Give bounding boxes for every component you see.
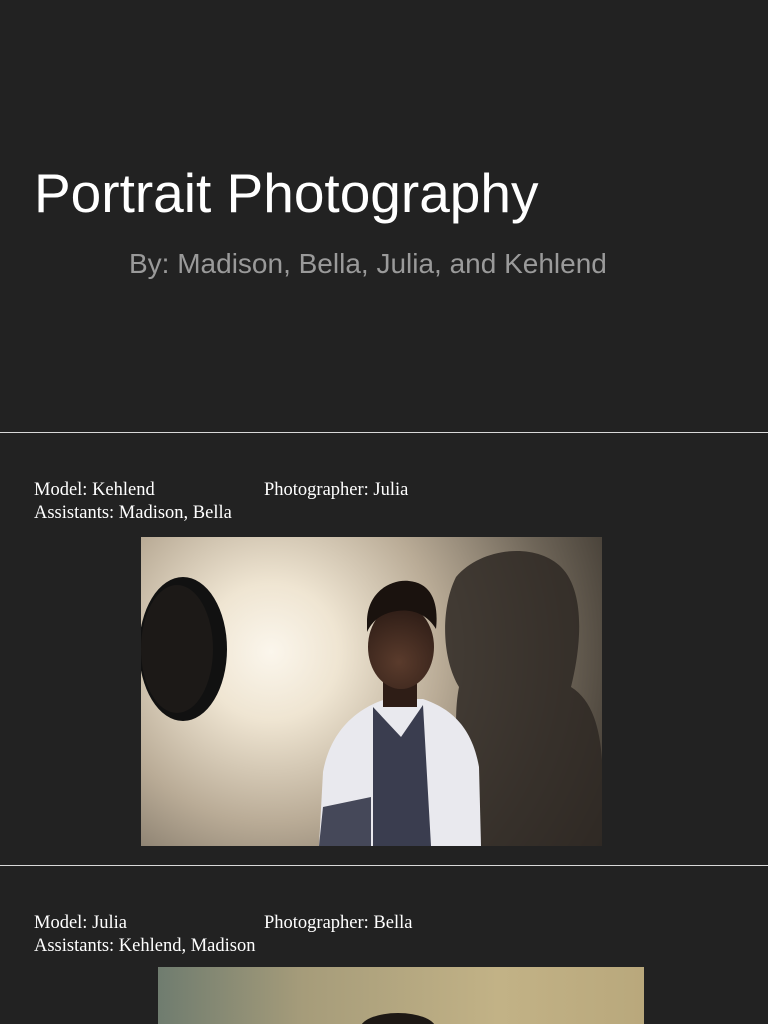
model-credit: Model: Julia <box>34 913 128 933</box>
presentation-subtitle: By: Madison, Bella, Julia, and Kehlend <box>129 248 607 279</box>
portrait-photo <box>141 537 602 846</box>
photographer-credit: Photographer: Julia <box>264 480 409 500</box>
photographer-credit: Photographer: Bella <box>264 913 413 933</box>
title-slide: Portrait Photography By: Madison, Bella,… <box>0 0 768 432</box>
presentation-title: Portrait Photography <box>34 162 539 224</box>
model-credit: Model: Kehlend <box>34 480 155 500</box>
photo-slide-kehlend: Model: Kehlend Photographer: Julia Assis… <box>0 433 768 865</box>
portrait-photo <box>158 967 644 1024</box>
assistants-credit: Assistants: Kehlend, Madison <box>34 936 256 956</box>
photo-slide-julia: Model: Julia Photographer: Bella Assista… <box>0 866 768 1024</box>
assistants-credit: Assistants: Madison, Bella <box>34 503 232 523</box>
